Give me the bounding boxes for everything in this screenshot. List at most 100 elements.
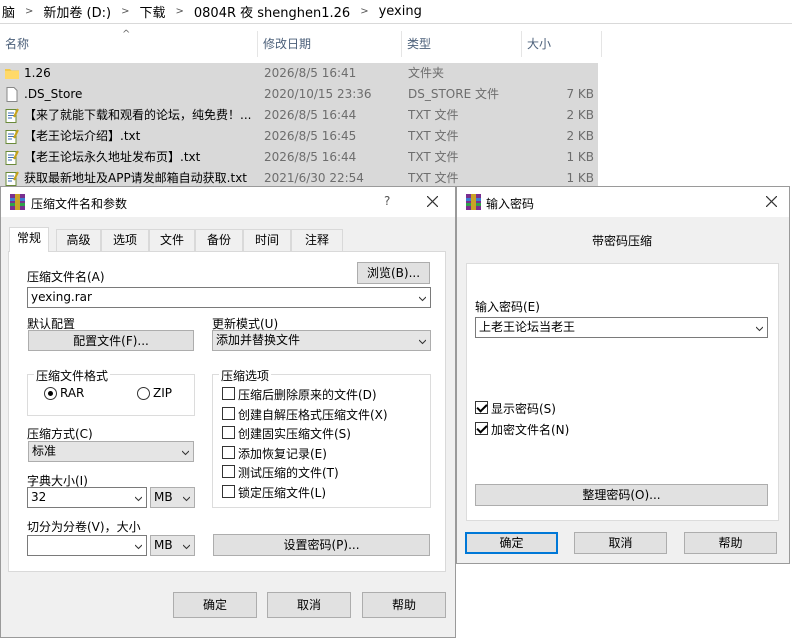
encrypt-names-checkbox[interactable] <box>475 422 488 435</box>
tab-options[interactable]: 选项 <box>101 229 149 251</box>
dialog-title: 压缩文件名和参数 <box>31 197 128 211</box>
profiles-button[interactable]: 配置文件(F)... <box>28 330 194 351</box>
chevron-down-icon[interactable] <box>183 495 190 502</box>
file-date: 2020/10/15 23:36 <box>264 87 372 101</box>
file-row[interactable]: 【老王论坛介绍】.txt 2026/8/5 16:45 TXT 文件 2 KB <box>0 126 598 147</box>
option-checkbox[interactable] <box>222 406 235 420</box>
breadcrumb-item[interactable]: 下载 <box>139 2 165 21</box>
file-row[interactable]: 1.26 2026/8/5 16:41 文件夹 <box>0 63 598 84</box>
split-unit-select[interactable]: MB <box>150 535 195 556</box>
format-group-label: 压缩文件格式 <box>34 367 111 384</box>
file-date: 2026/8/5 16:44 <box>264 108 357 122</box>
chevron-down-icon[interactable] <box>135 495 142 502</box>
dialog-titlebar: 压缩文件名和参数 ? <box>1 187 455 217</box>
text-file-icon <box>5 108 19 123</box>
file-type: DS_STORE 文件 <box>408 87 499 101</box>
chevron-down-icon[interactable] <box>135 543 142 550</box>
chevron-right-icon[interactable]: > <box>25 6 33 17</box>
file-row[interactable]: 【老王论坛永久地址发布页】.txt 2026/8/5 16:44 TXT 文件 1 K… <box>0 147 598 168</box>
file-name: 【老王论坛永久地址发布页】.txt <box>24 150 201 164</box>
chevron-right-icon[interactable]: > <box>175 6 183 17</box>
dialog-titlebar: 输入密码 <box>457 187 789 217</box>
tab-general[interactable]: 常规 <box>9 227 49 252</box>
help-button[interactable]: 帮助 <box>362 592 446 618</box>
option-checkbox[interactable] <box>222 387 235 400</box>
password-dialog: 输入密码 带密码压缩 输入密码(E) 上老王论坛当老王 显示密码(S) 加密文件… <box>456 186 790 564</box>
file-size: 2 KB <box>566 129 594 143</box>
archive-name-field[interactable]: yexing.rar <box>27 287 431 308</box>
chevron-down-icon[interactable] <box>419 295 426 302</box>
password-heading: 带密码压缩 <box>592 234 653 248</box>
browse-button[interactable]: 浏览(B)... <box>357 262 430 284</box>
cancel-button[interactable]: 取消 <box>267 592 351 618</box>
tab-time[interactable]: 时间 <box>243 229 291 251</box>
file-date: 2026/8/5 16:45 <box>264 129 357 143</box>
method-select[interactable]: 标准 <box>28 441 194 462</box>
dict-size-field[interactable]: 32 <box>27 487 147 508</box>
column-header-name[interactable]: 名称 <box>0 31 258 57</box>
chevron-right-icon[interactable]: > <box>121 6 129 17</box>
file-row[interactable]: .DS_Store 2020/10/15 23:36 DS_STORE 文件 7 KB <box>0 84 598 105</box>
tab-files[interactable]: 文件 <box>149 229 195 251</box>
show-password-checkbox[interactable] <box>475 401 488 414</box>
ok-button[interactable]: 确定 <box>173 592 257 618</box>
file-size <box>528 63 594 84</box>
close-icon[interactable] <box>766 196 777 207</box>
file-name: 1.26 <box>24 66 51 80</box>
update-mode-value: 添加并替换文件 <box>216 333 301 347</box>
help-button[interactable]: 帮助 <box>684 532 777 554</box>
tab-comment[interactable]: 注释 <box>291 229 343 251</box>
tab-backup[interactable]: 备份 <box>195 229 243 251</box>
option-checkbox[interactable] <box>222 465 235 478</box>
chevron-down-icon[interactable] <box>419 338 426 345</box>
help-icon[interactable]: ? <box>384 194 390 208</box>
chevron-down-icon[interactable] <box>182 449 189 456</box>
file-row[interactable]: 【来了就能下载和观看的论坛，纯免费！... 2026/8/5 16:44 TXT 文… <box>0 105 598 126</box>
set-password-button[interactable]: 设置密码(P)... <box>213 534 430 556</box>
format-rar-label: RAR <box>60 386 85 400</box>
dict-unit-select[interactable]: MB <box>150 487 195 508</box>
file-type: TXT 文件 <box>408 108 459 122</box>
method-label: 压缩方式(C) <box>27 427 93 441</box>
breadcrumb-item[interactable]: 0804R 夜 shenghen1.26 <box>194 2 350 21</box>
file-name: 【老王论坛介绍】.txt <box>24 129 141 143</box>
format-zip-radio[interactable] <box>137 387 150 400</box>
tab-advanced[interactable]: 高级 <box>56 229 101 251</box>
column-header-date[interactable]: 修改日期 <box>258 31 402 57</box>
option-checkbox[interactable] <box>222 426 235 439</box>
archive-name-label: 压缩文件名(A) <box>27 270 105 284</box>
format-rar-radio[interactable] <box>44 387 57 400</box>
breadcrumb-item[interactable]: yexing <box>379 4 422 19</box>
options-group-label: 压缩选项 <box>219 367 272 384</box>
split-unit-value: MB <box>154 538 173 552</box>
column-header-type[interactable]: 类型 <box>402 31 522 57</box>
option-label: 锁定压缩文件(L) <box>238 485 327 500</box>
password-input[interactable]: 上老王论坛当老王 <box>475 317 768 338</box>
blank-file-icon <box>6 87 18 102</box>
breadcrumb-item[interactable]: 脑 <box>2 2 15 21</box>
file-type: 文件夹 <box>408 66 445 80</box>
file-size: 2 KB <box>566 108 594 122</box>
ok-button[interactable]: 确定 <box>465 532 558 554</box>
chevron-down-icon[interactable] <box>756 325 763 332</box>
option-label: 添加恢复记录(E) <box>238 446 327 461</box>
organize-passwords-button[interactable]: 整理密码(O)... <box>475 484 768 506</box>
option-label: 创建固实压缩文件(S) <box>238 427 351 441</box>
text-file-icon <box>5 129 19 144</box>
update-mode-select[interactable]: 添加并替换文件 <box>212 330 431 351</box>
dict-unit-value: MB <box>154 490 173 504</box>
dialog-title: 输入密码 <box>486 197 535 211</box>
breadcrumb-item[interactable]: 新加卷 (D:) <box>43 2 111 21</box>
option-checkbox[interactable] <box>222 484 235 498</box>
chevron-right-icon[interactable]: > <box>360 6 368 17</box>
encrypt-names-label: 加密文件名(N) <box>491 423 570 437</box>
file-name: 【来了就能下载和观看的论坛，纯免费！... <box>24 108 252 122</box>
chevron-down-icon[interactable] <box>183 543 190 550</box>
address-breadcrumb[interactable]: 脑 > 新加卷 (D:) > 下载 > 0804R 夜 shenghen1.26… <box>0 0 792 24</box>
close-icon[interactable] <box>427 196 438 207</box>
option-label: 压缩后删除原来的文件(D) <box>238 388 377 402</box>
cancel-button[interactable]: 取消 <box>574 532 667 554</box>
split-size-field[interactable] <box>27 535 147 556</box>
column-header-size[interactable]: 大小 <box>522 31 602 57</box>
option-checkbox[interactable] <box>222 445 235 459</box>
